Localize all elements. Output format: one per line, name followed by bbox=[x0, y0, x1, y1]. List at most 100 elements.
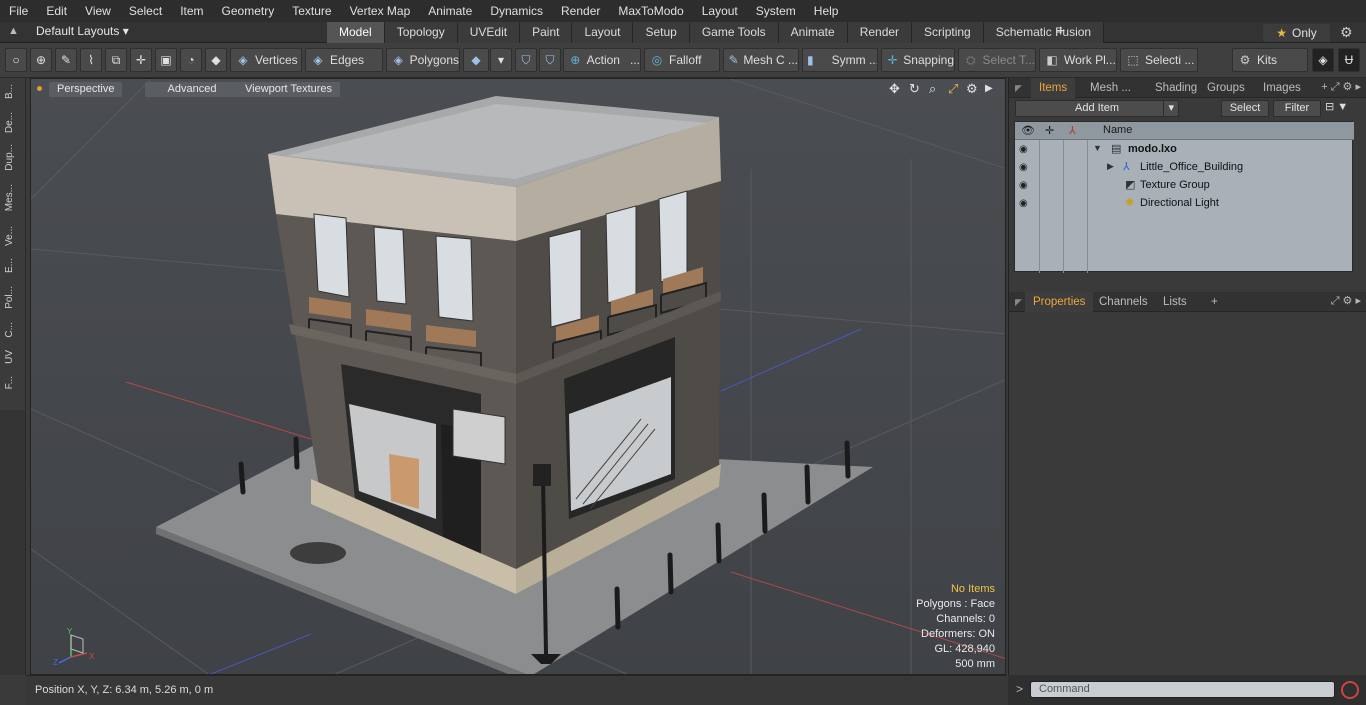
tab-properties[interactable]: Properties bbox=[1025, 292, 1094, 312]
symmetry-button[interactable]: ▮ Symm ... bbox=[802, 48, 878, 72]
viewport-textures-button[interactable]: Viewport Textures bbox=[237, 82, 341, 97]
add-tab-button[interactable]: + bbox=[1056, 23, 1065, 41]
menu-view[interactable]: View bbox=[76, 0, 120, 22]
only-button[interactable]: ★ Only bbox=[1263, 24, 1330, 42]
item-mode-button[interactable]: ◆ bbox=[205, 48, 227, 72]
menu-help[interactable]: Help bbox=[805, 0, 848, 22]
eye-icon[interactable]: ◉ bbox=[1019, 162, 1028, 173]
panel-expand-icons[interactable]: ⤢ ⚙ ▸ bbox=[1331, 294, 1361, 308]
selection-sets-button[interactable]: ⬚ Selecti ... bbox=[1120, 48, 1198, 72]
menu-file[interactable]: File bbox=[0, 0, 37, 22]
menu-maxtomodo[interactable]: MaxToModo bbox=[609, 0, 692, 22]
left-tab-basic[interactable]: B... bbox=[4, 84, 22, 99]
mesh-constraints-button[interactable]: ✎ Mesh C ... bbox=[723, 48, 799, 72]
left-tab-polygon[interactable]: Pol... bbox=[4, 286, 22, 309]
tab-groups[interactable]: Groups bbox=[1199, 78, 1253, 98]
eye-icon[interactable]: ◉ bbox=[1019, 144, 1028, 155]
menu-geometry[interactable]: Geometry bbox=[213, 0, 284, 22]
left-tab-edge[interactable]: E... bbox=[4, 258, 22, 273]
menu-vertex-map[interactable]: Vertex Map bbox=[341, 0, 420, 22]
visibility-header-icon[interactable]: 👁 bbox=[1021, 124, 1035, 137]
tab-items[interactable]: Items bbox=[1031, 78, 1076, 98]
menu-layout[interactable]: Layout bbox=[693, 0, 747, 22]
menu-render[interactable]: Render bbox=[552, 0, 609, 22]
panel-expand-icons[interactable]: + ⤢ ⚙ ▸ bbox=[1321, 80, 1361, 94]
panel-menu-icon[interactable]: ◤ bbox=[1015, 83, 1022, 94]
viewport-menu-dot[interactable] bbox=[37, 86, 42, 91]
menu-animate[interactable]: Animate bbox=[419, 0, 481, 22]
expand-arrow-icon[interactable]: ▼ bbox=[1093, 143, 1102, 153]
action-center-button[interactable]: ⊕ Action... bbox=[563, 48, 641, 72]
left-tab-fusion[interactable]: F... bbox=[4, 376, 22, 389]
tab-model[interactable]: Model bbox=[327, 22, 385, 43]
add-item-button[interactable]: Add Item ▾ bbox=[1015, 100, 1179, 117]
filter-button[interactable]: Filter bbox=[1273, 100, 1321, 117]
list-item[interactable]: ◉ ✺ Directional Light bbox=[1015, 195, 1354, 213]
add-panel-tab-button[interactable]: + bbox=[1203, 292, 1226, 312]
tab-paint[interactable]: Paint bbox=[520, 22, 573, 43]
list-item[interactable]: ◉ ◩ Texture Group bbox=[1015, 177, 1354, 195]
left-tab-mesh-edit[interactable]: Mes... bbox=[4, 184, 22, 211]
material-mode-button[interactable]: ◆ bbox=[463, 48, 489, 72]
3d-viewport[interactable]: Y X Z Perspective Advanced Viewport Text… bbox=[30, 78, 1006, 675]
snapping-button[interactable]: ✛ Snapping bbox=[881, 48, 955, 72]
menu-system[interactable]: System bbox=[747, 0, 805, 22]
pan-icon[interactable]: ✥ bbox=[889, 81, 900, 97]
tab-animate[interactable]: Animate bbox=[778, 22, 848, 43]
edges-button[interactable]: ◈ Edges bbox=[305, 48, 383, 72]
globe-button[interactable]: ⊕ bbox=[30, 48, 52, 72]
panel-menu-icon[interactable]: ◤ bbox=[1015, 297, 1022, 308]
tab-render[interactable]: Render bbox=[847, 22, 913, 43]
viewport-gear-icon[interactable]: ⚙ bbox=[966, 81, 978, 97]
select-button[interactable]: Select bbox=[1221, 100, 1269, 117]
command-input[interactable]: Command bbox=[1030, 681, 1335, 698]
list-item[interactable]: ◉ ▶ ⅄ Little_Office_Building bbox=[1015, 159, 1354, 177]
orbit-icon[interactable]: ↻ bbox=[909, 81, 920, 97]
list-item[interactable]: ◉ ▼ ▤ modo.lxo bbox=[1015, 141, 1354, 159]
work-plane-button[interactable]: ◧ Work Pl... bbox=[1039, 48, 1117, 72]
left-tab-curve[interactable]: C... bbox=[4, 322, 22, 338]
tab-layout[interactable]: Layout bbox=[572, 22, 634, 43]
left-tab-vertex[interactable]: Ve... bbox=[4, 226, 22, 246]
scale-button[interactable]: ▣ bbox=[155, 48, 177, 72]
menu-dynamics[interactable]: Dynamics bbox=[481, 0, 552, 22]
eye-icon[interactable]: ◉ bbox=[1019, 198, 1028, 209]
filter-funnel-icon[interactable]: ⊟ ▼ bbox=[1325, 100, 1348, 113]
polygons-button[interactable]: ◈ Polygons bbox=[386, 48, 460, 72]
select-circle-button[interactable]: ○ bbox=[5, 48, 27, 72]
zoom-icon[interactable]: ⌕ bbox=[929, 81, 936, 97]
collapse-arrow-icon[interactable]: ▶ bbox=[1107, 161, 1114, 172]
items-scrollbar[interactable] bbox=[1354, 121, 1364, 272]
menu-item[interactable]: Item bbox=[171, 0, 212, 22]
tab-images[interactable]: Images bbox=[1255, 78, 1309, 98]
pen-button[interactable]: ✎ bbox=[55, 48, 77, 72]
advanced-button[interactable]: Advanced bbox=[145, 82, 239, 97]
menu-texture[interactable]: Texture bbox=[283, 0, 340, 22]
tab-topology[interactable]: Topology bbox=[384, 22, 458, 43]
tab-scripting[interactable]: Scripting bbox=[912, 22, 984, 43]
record-icon[interactable] bbox=[1341, 681, 1359, 699]
tab-uvedit[interactable]: UVEdit bbox=[457, 22, 521, 43]
left-tab-deform[interactable]: De... bbox=[4, 112, 22, 133]
vertices-button[interactable]: ◈ Vertices bbox=[230, 48, 302, 72]
falloff-button[interactable]: ◎ Falloff bbox=[644, 48, 720, 72]
name-column-header[interactable]: Name bbox=[1103, 124, 1132, 136]
move-button[interactable]: ✛ bbox=[130, 48, 152, 72]
perspective-button[interactable]: Perspective bbox=[49, 82, 123, 97]
left-tab-duplicate[interactable]: Dup... bbox=[4, 144, 22, 171]
symmetry-mode-button[interactable]: ⛉ bbox=[515, 48, 537, 72]
render-header-icon[interactable]: ⅄ bbox=[1069, 124, 1076, 137]
command-history-icon[interactable]: > bbox=[1016, 682, 1023, 696]
layout-dropdown[interactable]: Default Layouts ▾ bbox=[36, 24, 129, 38]
mode-dropdown-button[interactable]: ▾ bbox=[490, 48, 512, 72]
gear-icon[interactable]: ⚙ bbox=[1340, 24, 1353, 41]
tab-channels[interactable]: Channels bbox=[1091, 292, 1156, 312]
tab-setup[interactable]: Setup bbox=[633, 22, 690, 43]
transform-button[interactable]: ⧉ bbox=[105, 48, 127, 72]
brush-button[interactable]: ⌇ bbox=[80, 48, 102, 72]
kits-button[interactable]: ⚙ Kits bbox=[1232, 48, 1308, 72]
menu-select[interactable]: Select bbox=[120, 0, 171, 22]
tab-lists[interactable]: Lists bbox=[1155, 292, 1195, 312]
rotate-button[interactable]: ◔ bbox=[180, 48, 202, 72]
maximize-icon[interactable]: ⤢ bbox=[948, 81, 958, 97]
